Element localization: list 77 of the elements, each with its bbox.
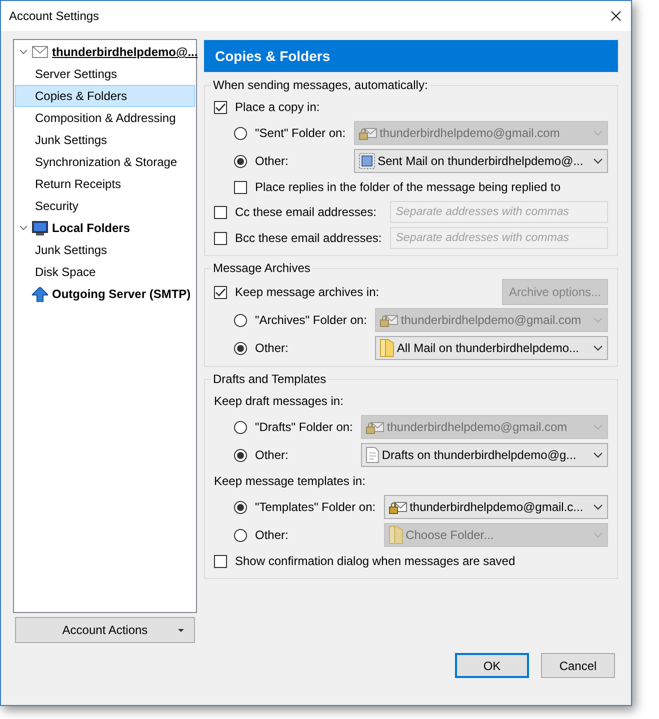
radio-button[interactable] — [234, 342, 247, 354]
chevron-down-icon — [593, 452, 603, 458]
monitor-icon — [32, 220, 48, 236]
checkbox[interactable] — [214, 100, 227, 114]
tree-item[interactable]: Synchronization & Storage — [15, 151, 195, 173]
envelope-icon — [32, 46, 48, 58]
tree-item[interactable]: Return Receipts — [15, 173, 195, 195]
checkbox[interactable] — [214, 554, 227, 568]
close-icon[interactable] — [611, 11, 621, 21]
locked-envelope-icon — [388, 500, 407, 514]
radio-button[interactable] — [234, 420, 247, 434]
dialog-button[interactable]: OK — [455, 653, 529, 678]
radio-label: "Templates" Folder on: — [255, 499, 376, 516]
folder-dropdown[interactable]: All Mail on thunderbirdhelpdemo... — [374, 336, 608, 360]
chevron-down-icon — [593, 424, 603, 430]
checkbox[interactable] — [214, 206, 227, 218]
radio-label: Other: — [255, 340, 288, 357]
group-title: When sending messages, automatically: — [212, 77, 429, 94]
account-actions-button[interactable]: Account Actions — [15, 617, 195, 643]
tree-item[interactable]: Junk Settings — [15, 239, 195, 261]
radio-button[interactable] — [234, 448, 247, 462]
section-label: Keep message templates in: — [214, 473, 366, 490]
document-icon — [366, 447, 379, 463]
group-title: Drafts and Templates — [212, 371, 328, 388]
tree-item[interactable]: Disk Space — [15, 261, 195, 283]
tree-item[interactable]: Local Folders — [15, 217, 195, 239]
locked-envelope-icon — [358, 126, 377, 140]
checkbox-label: Show confirmation dialog when messages are saved — [235, 553, 516, 570]
tree-item[interactable]: Server Settings — [15, 63, 195, 85]
radio-label: "Archives" Folder on: — [255, 312, 367, 329]
expander-icon[interactable] — [19, 49, 28, 55]
tree-item[interactable]: Junk Settings — [15, 129, 195, 151]
radio-button[interactable] — [234, 126, 247, 140]
chevron-down-icon — [593, 504, 603, 510]
group-title: Message Archives — [212, 260, 312, 277]
locked-envelope-icon — [380, 313, 398, 327]
stamp-icon — [358, 153, 375, 169]
chevron-down-icon — [593, 130, 603, 136]
folder-dropdown[interactable]: Sent Mail on thunderbirdhelpdemo@... — [354, 149, 608, 173]
chevron-down-icon — [593, 317, 603, 323]
radio-button[interactable] — [234, 528, 247, 542]
upload-arrow-icon — [32, 286, 48, 302]
checkbox-label: Place a copy in: — [235, 99, 320, 116]
radio-button[interactable] — [234, 154, 247, 168]
checkbox[interactable] — [214, 232, 227, 244]
radio-label: "Drafts" Folder on: — [255, 419, 353, 436]
radio-button[interactable] — [234, 500, 247, 514]
checkbox[interactable] — [234, 180, 247, 194]
folder-icon — [380, 339, 394, 357]
chevron-down-icon — [593, 532, 603, 538]
folder-dropdown[interactable]: Drafts on thunderbirdhelpdemo@g... — [360, 443, 608, 467]
locked-envelope-icon — [366, 420, 384, 434]
chevron-down-icon — [593, 345, 603, 351]
radio-label: Other: — [255, 153, 288, 170]
caret-icon — [178, 629, 184, 632]
checkbox[interactable] — [214, 286, 227, 298]
tree-item[interactable]: thunderbirdhelpdemo@... — [15, 41, 195, 63]
panel-header: Copies & Folders — [204, 40, 618, 72]
tree-item[interactable]: Composition & Addressing — [15, 107, 195, 129]
radio-label: "Sent" Folder on: — [255, 125, 346, 142]
tree-item[interactable]: Outgoing Server (SMTP) — [15, 283, 195, 305]
dialog-button[interactable]: Cancel — [541, 653, 615, 678]
checkbox-label: Cc these email addresses: — [235, 204, 376, 221]
checkbox-label: Bcc these email addresses: — [235, 230, 382, 247]
radio-button[interactable] — [234, 314, 247, 326]
radio-label: Other: — [255, 447, 288, 464]
chevron-down-icon — [593, 158, 603, 164]
tree-item[interactable]: Security — [15, 195, 195, 217]
folder-dropdown[interactable]: thunderbirdhelpdemo@gmail.c... — [384, 495, 608, 519]
checkbox-label: Place replies in the folder of the message being replied to — [255, 179, 561, 196]
window-title: Account Settings — [9, 8, 100, 25]
folder-icon — [388, 526, 403, 544]
checkbox-label: Keep message archives in: — [235, 284, 380, 301]
section-label: Keep draft messages in: — [214, 393, 344, 410]
tree-item[interactable]: Copies & Folders — [15, 85, 195, 107]
radio-label: Other: — [255, 527, 288, 544]
expander-icon[interactable] — [19, 225, 28, 231]
